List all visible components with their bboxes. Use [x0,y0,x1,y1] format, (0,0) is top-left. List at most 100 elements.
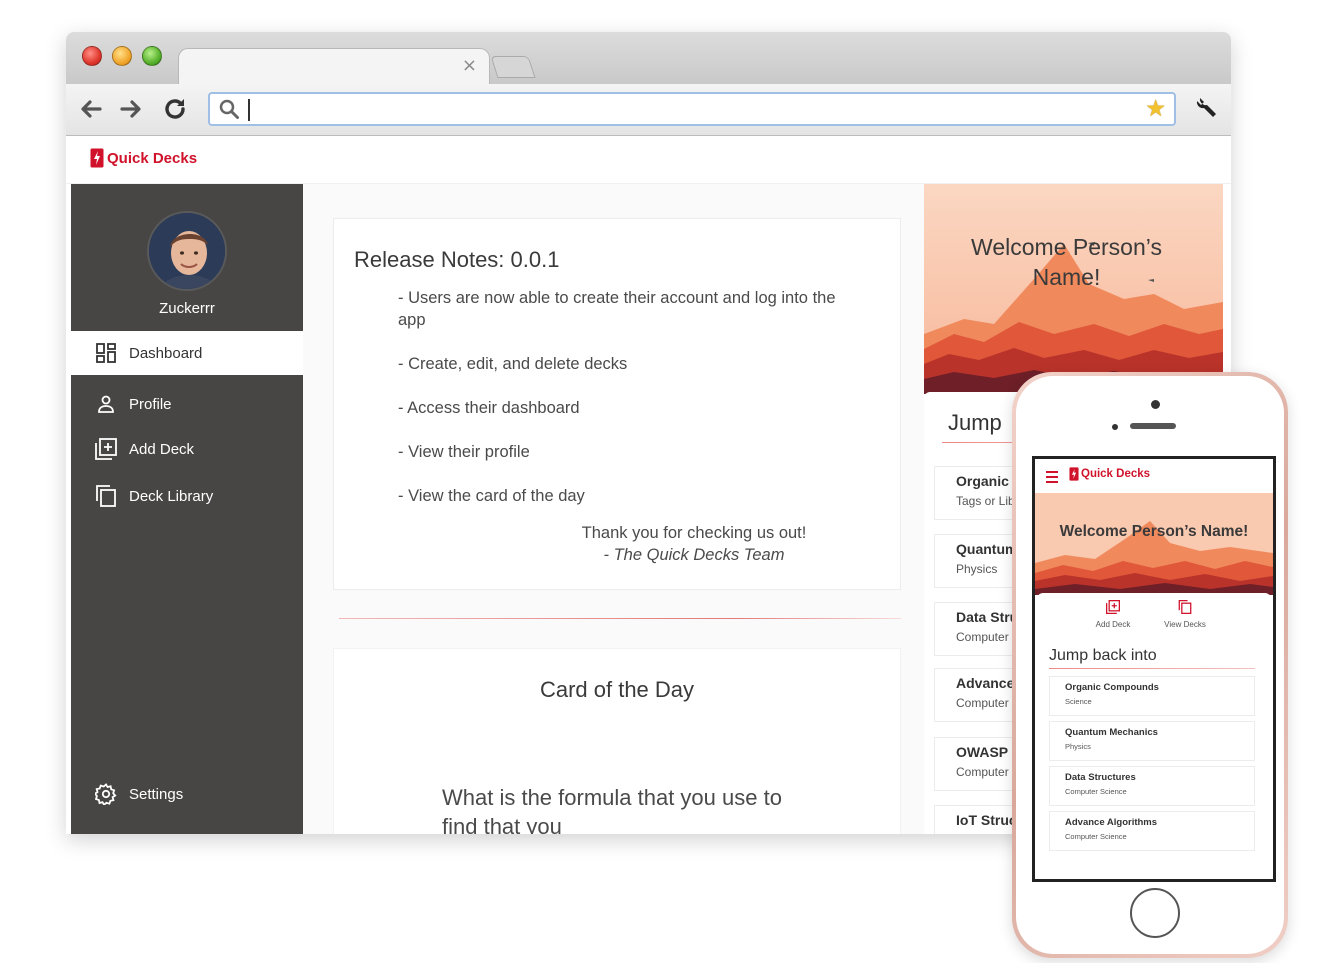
forward-arrow-icon[interactable] [118,96,144,127]
deck-category: Computer Science [1065,832,1127,841]
deck-name: Quantum Mechanics [1065,727,1158,738]
deck-category: Computer [956,630,1009,644]
phone-screen: Quick Decks Welcome Person’s Name! Add D… [1032,456,1276,882]
deck-category: Computer [956,765,1009,779]
mobile-deck-item[interactable]: Organic Compounds Science [1049,676,1255,716]
thanks-message: Thank you for checking us out! - The Qui… [514,522,874,566]
add-deck-icon [95,438,117,460]
app-header: Quick Decks [66,136,1231,184]
release-note-item: - Users are now able to create their acc… [398,289,836,329]
mobile-deck-item[interactable]: Data Structures Computer Science [1049,766,1255,806]
text-caret [248,99,250,121]
mobile-header: Quick Decks [1035,459,1273,493]
mobile-view-decks-button[interactable]: View Decks [1155,599,1215,629]
settings-label: Settings [129,785,184,803]
username: Zuckerrr [159,300,215,317]
deck-name: Data Stru [956,609,1019,625]
card-question: What is the formula that you use to find… [442,785,782,834]
person-icon [95,393,117,415]
deck-category: Computer Science [1065,787,1127,796]
app-logo[interactable]: Quick Decks [90,148,197,168]
mountain-illustration [1035,493,1273,595]
sidebar-item-deck-library[interactable]: Deck Library [71,474,303,518]
mobile-jump-title: Jump back into [1049,647,1157,664]
mobile-logo[interactable]: Quick Decks [1069,467,1150,481]
deck-name: Organic [956,473,1009,489]
sidebar-item-label: Dashboard [129,344,203,362]
minimize-window-button[interactable] [112,46,132,66]
avatar[interactable] [147,211,227,291]
maximize-window-button[interactable] [142,46,162,66]
phone-body: Quick Decks Welcome Person’s Name! Add D… [1016,376,1284,954]
address-bar[interactable]: ★ [208,92,1176,126]
mobile-welcome-title: Welcome Person’s Name! [1059,523,1249,540]
sidebar-item-label: Deck Library [129,487,214,505]
deck-category: Physics [1065,742,1091,751]
jump-title: Jump [948,410,1002,435]
deck-category: Tags or Lib [956,494,1015,508]
tab-close-icon[interactable]: × [462,55,477,76]
front-camera [1151,400,1160,409]
view-decks-label: View Decks [1164,620,1206,629]
close-window-button[interactable] [82,46,102,66]
deck-name: Organic Compounds [1065,682,1159,693]
reload-icon[interactable] [162,96,188,127]
logo-card-icon [90,148,104,168]
card-of-the-day[interactable]: Card of the Day What is the formula that… [333,648,901,834]
deck-category: Physics [956,562,998,576]
add-deck-icon [1106,600,1120,614]
release-note-item: - View their profile [398,443,530,461]
sidebar: Zuckerrr Dashboard Profile Add Deck Deck… [71,184,303,834]
home-button[interactable] [1130,888,1180,938]
deck-library-icon [95,485,117,507]
brand-name: Quick Decks [1081,468,1151,480]
deck-name: IoT Struc [956,812,1017,828]
search-icon [218,98,240,124]
tab-strip: × [66,32,1231,84]
mobile-deck-item[interactable]: Advance Algorithms Computer Science [1049,811,1255,851]
deck-category: Computer [956,696,1009,710]
browser-tab[interactable]: × [178,48,490,84]
new-tab-button[interactable] [490,56,536,78]
dashboard-icon [95,342,117,364]
window-controls [82,46,162,66]
back-arrow-icon[interactable] [78,96,104,127]
deck-name: Quantum [956,541,1018,557]
gear-icon [95,783,117,805]
sidebar-item-dashboard[interactable]: Dashboard [71,331,303,375]
deck-category: Science [1065,697,1092,706]
release-notes-card: Release Notes: 0.0.1 - Users are now abl… [333,218,901,590]
logo-card-icon [1069,467,1079,481]
section-divider [339,618,901,619]
browser-toolbar: ★ [66,84,1231,136]
deck-name: Advance [956,675,1015,691]
phone-mockup: Quick Decks Welcome Person’s Name! Add D… [1012,372,1288,958]
earpiece-speaker [1130,423,1176,429]
thanks-text: Thank you for checking us out! [581,524,807,542]
mobile-deck-item[interactable]: Quantum Mechanics Physics [1049,721,1255,761]
sidebar-item-profile[interactable]: Profile [71,382,303,426]
sidebar-item-add-deck[interactable]: Add Deck [71,427,303,471]
mobile-add-deck-button[interactable]: Add Deck [1083,599,1143,629]
bookmark-star-icon[interactable]: ★ [1145,96,1166,122]
sidebar-item-settings[interactable]: Settings [71,772,303,816]
wrench-icon[interactable] [1193,94,1219,124]
release-note-item: - Access their dashboard [398,399,580,417]
welcome-title: Welcome Person’s Name! [971,234,1162,290]
release-notes-list: - Users are now able to create their acc… [398,287,838,529]
welcome-hero: Welcome Person’s Name! [924,184,1223,394]
sidebar-item-label: Profile [129,395,172,413]
hamburger-menu-icon[interactable] [1045,468,1059,487]
add-deck-label: Add Deck [1095,620,1131,629]
card-of-the-day-title: Card of the Day [539,677,695,702]
main-content: Release Notes: 0.0.1 - Users are now abl… [303,184,924,834]
team-signature: - The Quick Decks Team [603,546,785,564]
release-note-item: - View the card of the day [398,487,585,505]
deck-name: OWASP [956,744,1009,760]
sidebar-item-label: Add Deck [129,440,195,458]
release-note-item: - Create, edit, and delete decks [398,355,628,373]
mobile-welcome-hero: Welcome Person’s Name! [1035,493,1273,595]
deck-name: Data Structures [1065,772,1136,783]
view-decks-icon [1178,600,1192,614]
deck-name: Advance Algorithms [1065,817,1158,828]
